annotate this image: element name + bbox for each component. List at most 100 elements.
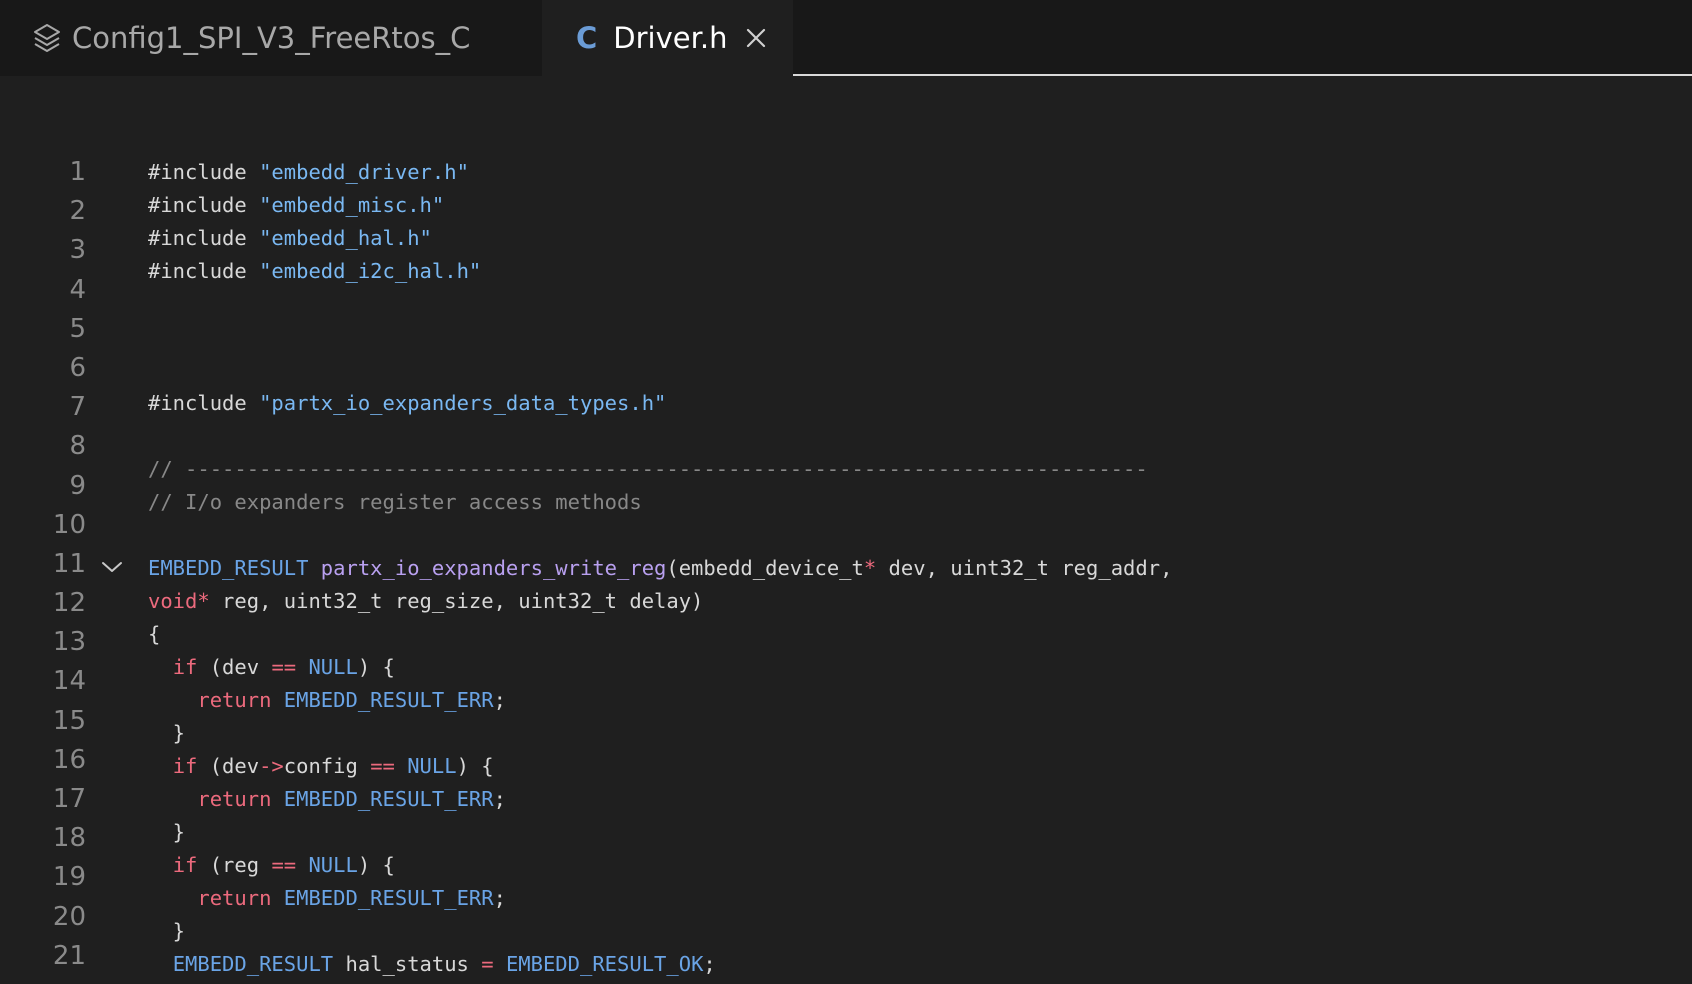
code-token: #include [148,259,260,283]
close-icon[interactable] [745,27,767,49]
layers-icon [34,24,60,52]
code-line: } [148,717,1172,750]
code-token: return [197,886,272,910]
code-token: ) { [357,655,395,679]
code-token: return [197,688,272,712]
line-number: 1 [69,157,86,187]
code-content[interactable]: #include "embedd_driver.h" #include "embe… [148,156,1172,981]
code-token: ; [493,688,506,712]
line-number: 12 [52,588,86,619]
code-line: #include "embedd_hal.h" [148,222,1172,255]
code-token: == [271,853,297,877]
line-number: 13 [52,627,86,658]
code-token: == [271,655,297,679]
line-number: 8 [69,431,86,462]
code-token: ) { [456,754,494,778]
tab-file-driver-h[interactable]: C Driver.h [542,0,793,76]
code-token: "embedd_i2c_hal.h" [259,259,482,283]
line-number: 5 [69,313,86,344]
code-line: void* reg, uint32_t reg_size, uint32_t d… [148,585,1172,618]
line-number: 4 [69,274,86,305]
line-number: 7 [69,392,86,423]
line-number: 17 [52,784,86,814]
chevron-down-icon[interactable] [100,555,124,579]
code-line: if (dev == NULL) { [148,651,1172,684]
code-token: (dev [197,754,260,778]
code-line: } [148,816,1172,849]
code-token: config [283,754,371,778]
line-number: 3 [69,235,86,266]
code-token: hal_status [333,952,482,976]
code-token: NULL [308,655,358,679]
line-number: 16 [52,744,86,775]
code-token: ; [493,787,506,811]
line-number: 2 [69,196,86,227]
code-token: #include [148,160,260,184]
code-token: "partx_io_expanders_data_types.h" [259,391,667,415]
code-token: if [172,754,198,778]
code-line: } [148,915,1172,948]
code-token: dev, uint32_t reg_addr, [876,556,1173,580]
tab-project[interactable]: Config1_SPI_V3_FreeRtos_C [0,0,542,76]
code-token: void [148,589,198,613]
code-token: } [148,919,186,943]
code-token: if [172,853,198,877]
code-token: reg, uint32_t reg_size, uint32_t delay) [209,589,704,613]
line-number: 10 [52,509,86,540]
code-token: #include [148,226,260,250]
code-line: #include "partx_io_expanders_data_types.… [148,387,1172,420]
line-number: 14 [52,666,86,697]
line-number-gutter: 1 2 3 4 5 6 7 8 9 10 11 12 13 14 15 16 17 18 19 20 21 [0,153,90,976]
code-token: EMBEDD_RESULT [172,952,334,976]
line-number: 19 [52,862,86,893]
line-number: 15 [52,705,86,736]
code-token: * [197,589,210,613]
code-token: partx_io_expanders_write_reg [320,556,667,580]
code-token: "embedd_driver.h" [259,160,469,184]
code-token: } [148,721,186,745]
code-token: EMBEDD_RESULT_ERR [283,688,494,712]
tab-bar: Config1_SPI_V3_FreeRtos_C C Driver.h [0,0,1692,76]
code-token: } [148,820,186,844]
code-token: // -------------------------------------… [148,457,1148,481]
line-number: 11 [52,548,86,579]
code-line: if (reg == NULL) { [148,849,1172,882]
code-token: EMBEDD_RESULT_OK [505,952,704,976]
line-number: 18 [52,823,86,854]
code-token: ) { [357,853,395,877]
code-token: return [197,787,272,811]
code-token: (reg [197,853,272,877]
code-token: = [481,952,494,976]
line-number: 6 [69,352,86,383]
code-line: return EMBEDD_RESULT_ERR; [148,783,1172,816]
code-token: EMBEDD_RESULT_ERR [283,886,494,910]
code-token: if [172,655,198,679]
c-language-icon: C [576,21,598,55]
code-line: if (dev->config == NULL) { [148,750,1172,783]
code-line: #include "embedd_i2c_hal.h" [148,255,1172,288]
code-token: ; [493,886,506,910]
code-token: ; [703,952,716,976]
code-token: NULL [407,754,457,778]
line-number: 9 [69,470,86,501]
tab-file-label: Driver.h [613,21,728,55]
code-token: EMBEDD_RESULT [148,556,321,580]
code-line: // I/o expanders register access methods [148,486,1172,519]
code-token: -> [259,754,284,778]
code-line: #include "embedd_misc.h" [148,189,1172,222]
code-token: NULL [308,853,358,877]
